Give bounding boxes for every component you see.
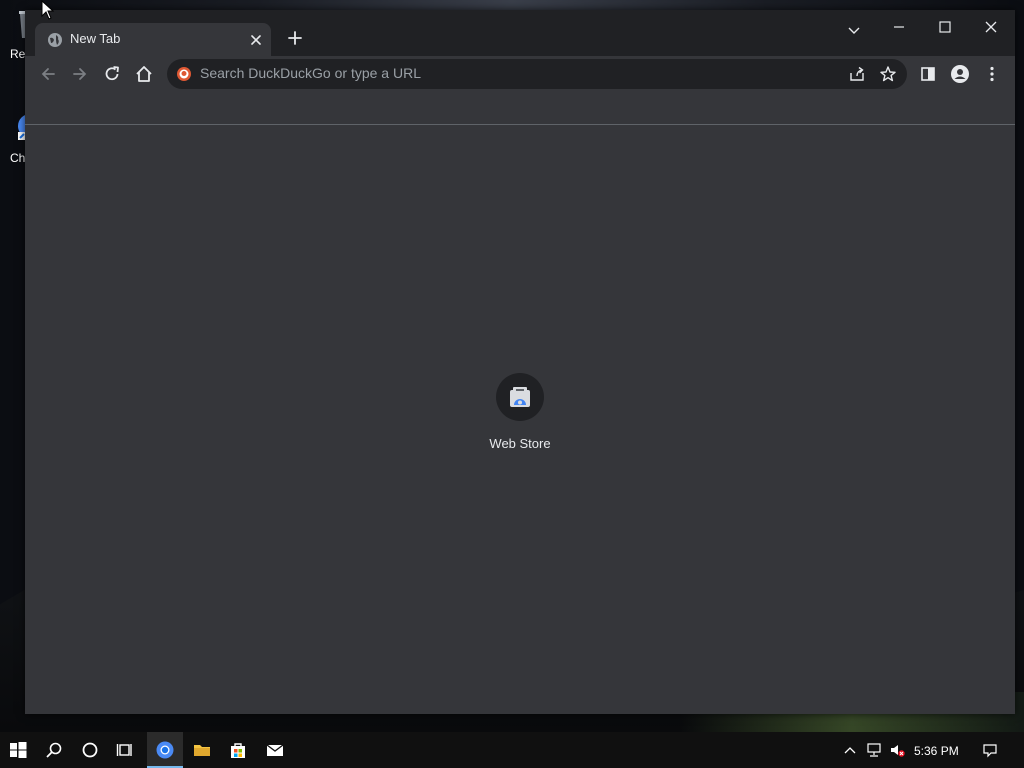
taskbar: 5:36 PM (0, 732, 1024, 768)
taskbar-store[interactable] (220, 732, 256, 768)
chrome-icon (156, 741, 174, 759)
search-button[interactable] (36, 732, 72, 768)
show-hidden-icons-chevron-icon[interactable] (842, 742, 858, 758)
close-window-icon[interactable] (976, 17, 1006, 37)
forward-arrow-icon[interactable] (69, 63, 91, 85)
side-panel-icon[interactable] (917, 63, 939, 85)
browser-titlebar: New Tab (25, 10, 1015, 56)
browser-toolbar: Search DuckDuckGo or type a URL (25, 56, 1015, 92)
minimize-icon[interactable] (884, 17, 914, 37)
task-view-icon (116, 744, 132, 756)
duckduckgo-icon (177, 67, 191, 81)
taskbar-clock[interactable]: 5:36 PM (914, 744, 959, 758)
address-placeholder: Search DuckDuckGo or type a URL (200, 65, 421, 81)
share-icon[interactable] (847, 64, 867, 84)
cortana-circle-icon (82, 742, 98, 758)
network-icon[interactable] (866, 742, 882, 758)
volume-muted-icon[interactable] (889, 742, 905, 758)
mail-icon (266, 744, 284, 756)
cortana-button[interactable] (72, 732, 108, 768)
profile-avatar-icon[interactable] (949, 63, 971, 85)
address-bar[interactable]: Search DuckDuckGo or type a URL (167, 59, 907, 89)
reload-icon[interactable] (101, 63, 123, 85)
taskbar-mail[interactable] (257, 732, 293, 768)
search-icon (46, 742, 62, 758)
home-icon[interactable] (133, 63, 155, 85)
new-tab-plus-icon[interactable] (285, 28, 305, 48)
action-center-icon[interactable] (982, 742, 998, 758)
close-tab-icon[interactable] (248, 32, 264, 48)
globe-icon (48, 33, 62, 47)
bookmarks-bar (25, 92, 1015, 125)
task-view-button[interactable] (108, 732, 144, 768)
bookmark-star-icon[interactable] (878, 64, 898, 84)
tab-title: New Tab (70, 31, 121, 46)
shortcut-label: Web Store (489, 436, 551, 451)
back-arrow-icon[interactable] (37, 63, 59, 85)
mouse-cursor-icon (41, 0, 55, 20)
taskbar-chrome[interactable] (147, 732, 183, 768)
store-bag-icon (231, 743, 245, 758)
taskbar-file-explorer[interactable] (184, 732, 220, 768)
shortcut-web-store[interactable]: Web Store (470, 373, 570, 451)
maximize-icon[interactable] (930, 17, 960, 37)
windows-logo-icon (10, 742, 27, 758)
menu-kebab-icon[interactable] (981, 63, 1003, 85)
shortcut-tile (496, 373, 544, 421)
browser-window: New Tab Search DuckDuckGo or type a URL … (25, 10, 1015, 714)
tab-search-chevron-icon[interactable] (844, 20, 864, 40)
tab-new-tab[interactable]: New Tab (35, 23, 271, 56)
folder-icon (194, 745, 210, 756)
new-tab-page: Web Store (25, 125, 1015, 714)
start-button[interactable] (0, 732, 36, 768)
web-store-icon (510, 387, 530, 407)
